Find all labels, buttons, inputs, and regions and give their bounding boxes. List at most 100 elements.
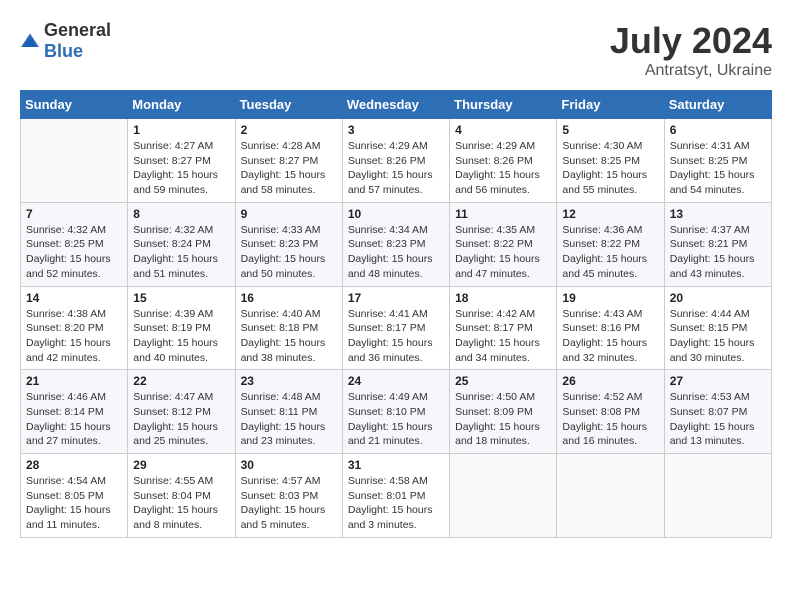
col-monday: Monday (128, 91, 235, 119)
day-info: Sunrise: 4:29 AMSunset: 8:26 PMDaylight:… (348, 139, 444, 198)
day-info: Sunrise: 4:54 AMSunset: 8:05 PMDaylight:… (26, 474, 122, 533)
day-number: 31 (348, 458, 444, 472)
day-number: 25 (455, 374, 551, 388)
day-number: 13 (670, 207, 766, 221)
day-number: 21 (26, 374, 122, 388)
table-row: 12 Sunrise: 4:36 AMSunset: 8:22 PMDayligh… (557, 202, 664, 286)
table-row: 5Sunrise: 4:30 AMSunset: 8:25 PMDaylight… (557, 119, 664, 203)
day-info: Sunrise: 4:55 AMSunset: 8:04 PMDaylight:… (133, 474, 229, 533)
table-row (664, 454, 771, 538)
table-row: 17 Sunrise: 4:41 AMSunset: 8:17 PMDayligh… (342, 286, 449, 370)
logo-text: General Blue (44, 20, 111, 62)
day-info: Sunrise: 4:53 AMSunset: 8:07 PMDaylight:… (670, 390, 766, 449)
day-number: 9 (241, 207, 337, 221)
day-info: Sunrise: 4:32 AMSunset: 8:25 PMDaylight:… (26, 223, 122, 282)
table-row: 6 Sunrise: 4:31 AMSunset: 8:25 PMDaylight… (664, 119, 771, 203)
table-row: 21Sunrise: 4:46 AMSunset: 8:14 PMDayligh… (21, 370, 128, 454)
table-row: 10 Sunrise: 4:34 AMSunset: 8:23 PMDayligh… (342, 202, 449, 286)
day-number: 19 (562, 291, 658, 305)
day-number: 24 (348, 374, 444, 388)
day-info: Sunrise: 4:36 AMSunset: 8:22 PMDaylight:… (562, 223, 658, 282)
day-number: 26 (562, 374, 658, 388)
day-number: 3 (348, 123, 444, 137)
table-row: 22 Sunrise: 4:47 AMSunset: 8:12 PMDayligh… (128, 370, 235, 454)
day-info: Sunrise: 4:41 AMSunset: 8:17 PMDaylight:… (348, 307, 444, 366)
day-info: Sunrise: 4:34 AMSunset: 8:23 PMDaylight:… (348, 223, 444, 282)
day-info: Sunrise: 4:35 AMSunset: 8:22 PMDaylight:… (455, 223, 551, 282)
day-number: 17 (348, 291, 444, 305)
title-section: July 2024 Antratsyt, Ukraine (610, 20, 772, 80)
table-row: 25 Sunrise: 4:50 AMSunset: 8:09 PMDayligh… (450, 370, 557, 454)
table-row: 2Sunrise: 4:28 AMSunset: 8:27 PMDaylight… (235, 119, 342, 203)
table-row: 27 Sunrise: 4:53 AMSunset: 8:07 PMDayligh… (664, 370, 771, 454)
day-number: 10 (348, 207, 444, 221)
day-number: 12 (562, 207, 658, 221)
day-number: 4 (455, 123, 551, 137)
logo-blue: Blue (44, 41, 83, 61)
table-row (21, 119, 128, 203)
table-row: 1 Sunrise: 4:27 AMSunset: 8:27 PMDaylight… (128, 119, 235, 203)
table-row: 18 Sunrise: 4:42 AMSunset: 8:17 PMDayligh… (450, 286, 557, 370)
table-row: 29 Sunrise: 4:55 AMSunset: 8:04 PMDayligh… (128, 454, 235, 538)
table-row: 11Sunrise: 4:35 AMSunset: 8:22 PMDayligh… (450, 202, 557, 286)
location: Antratsyt, Ukraine (610, 62, 772, 80)
table-row: 28 Sunrise: 4:54 AMSunset: 8:05 PMDayligh… (21, 454, 128, 538)
day-number: 28 (26, 458, 122, 472)
day-number: 22 (133, 374, 229, 388)
day-info: Sunrise: 4:27 AMSunset: 8:27 PMDaylight:… (133, 139, 229, 198)
day-info: Sunrise: 4:33 AMSunset: 8:23 PMDaylight:… (241, 223, 337, 282)
day-info: Sunrise: 4:50 AMSunset: 8:09 PMDaylight:… (455, 390, 551, 449)
day-info: Sunrise: 4:39 AMSunset: 8:19 PMDaylight:… (133, 307, 229, 366)
table-row: 7 Sunrise: 4:32 AMSunset: 8:25 PMDaylight… (21, 202, 128, 286)
page-header: General Blue July 2024 Antratsyt, Ukrain… (20, 20, 772, 80)
day-info: Sunrise: 4:58 AMSunset: 8:01 PMDaylight:… (348, 474, 444, 533)
day-info: Sunrise: 4:48 AMSunset: 8:11 PMDaylight:… (241, 390, 337, 449)
day-number: 29 (133, 458, 229, 472)
day-number: 1 (133, 123, 229, 137)
table-row: 30 Sunrise: 4:57 AMSunset: 8:03 PMDayligh… (235, 454, 342, 538)
calendar-table: Sunday Monday Tuesday Wednesday Thursday… (20, 90, 772, 538)
table-row: 15 Sunrise: 4:39 AMSunset: 8:19 PMDayligh… (128, 286, 235, 370)
calendar-week-3: 14 Sunrise: 4:38 AMSunset: 8:20 PMDayligh… (21, 286, 772, 370)
calendar-week-4: 21Sunrise: 4:46 AMSunset: 8:14 PMDayligh… (21, 370, 772, 454)
calendar-week-2: 7 Sunrise: 4:32 AMSunset: 8:25 PMDaylight… (21, 202, 772, 286)
day-info: Sunrise: 4:31 AMSunset: 8:25 PMDaylight:… (670, 139, 766, 198)
day-info: Sunrise: 4:29 AMSunset: 8:26 PMDaylight:… (455, 139, 551, 198)
day-number: 8 (133, 207, 229, 221)
day-number: 27 (670, 374, 766, 388)
day-number: 14 (26, 291, 122, 305)
month-year: July 2024 (610, 20, 772, 62)
calendar-week-1: 1 Sunrise: 4:27 AMSunset: 8:27 PMDaylight… (21, 119, 772, 203)
day-info: Sunrise: 4:44 AMSunset: 8:15 PMDaylight:… (670, 307, 766, 366)
col-friday: Friday (557, 91, 664, 119)
day-info: Sunrise: 4:57 AMSunset: 8:03 PMDaylight:… (241, 474, 337, 533)
day-info: Sunrise: 4:43 AMSunset: 8:16 PMDaylight:… (562, 307, 658, 366)
table-row: 9 Sunrise: 4:33 AMSunset: 8:23 PMDaylight… (235, 202, 342, 286)
day-number: 23 (241, 374, 337, 388)
col-thursday: Thursday (450, 91, 557, 119)
table-row: 24 Sunrise: 4:49 AMSunset: 8:10 PMDayligh… (342, 370, 449, 454)
table-row: 16Sunrise: 4:40 AMSunset: 8:18 PMDayligh… (235, 286, 342, 370)
day-number: 15 (133, 291, 229, 305)
day-number: 2 (241, 123, 337, 137)
day-info: Sunrise: 4:49 AMSunset: 8:10 PMDaylight:… (348, 390, 444, 449)
day-number: 5 (562, 123, 658, 137)
col-wednesday: Wednesday (342, 91, 449, 119)
table-row: 26Sunrise: 4:52 AMSunset: 8:08 PMDayligh… (557, 370, 664, 454)
day-info: Sunrise: 4:47 AMSunset: 8:12 PMDaylight:… (133, 390, 229, 449)
day-number: 30 (241, 458, 337, 472)
table-row (450, 454, 557, 538)
day-number: 20 (670, 291, 766, 305)
day-number: 18 (455, 291, 551, 305)
day-number: 16 (241, 291, 337, 305)
day-number: 7 (26, 207, 122, 221)
calendar-week-5: 28 Sunrise: 4:54 AMSunset: 8:05 PMDayligh… (21, 454, 772, 538)
table-row: 8Sunrise: 4:32 AMSunset: 8:24 PMDaylight… (128, 202, 235, 286)
day-number: 6 (670, 123, 766, 137)
calendar-header-row: Sunday Monday Tuesday Wednesday Thursday… (21, 91, 772, 119)
day-info: Sunrise: 4:38 AMSunset: 8:20 PMDaylight:… (26, 307, 122, 366)
day-info: Sunrise: 4:42 AMSunset: 8:17 PMDaylight:… (455, 307, 551, 366)
logo-general: General (44, 20, 111, 40)
table-row (557, 454, 664, 538)
table-row: 3 Sunrise: 4:29 AMSunset: 8:26 PMDaylight… (342, 119, 449, 203)
